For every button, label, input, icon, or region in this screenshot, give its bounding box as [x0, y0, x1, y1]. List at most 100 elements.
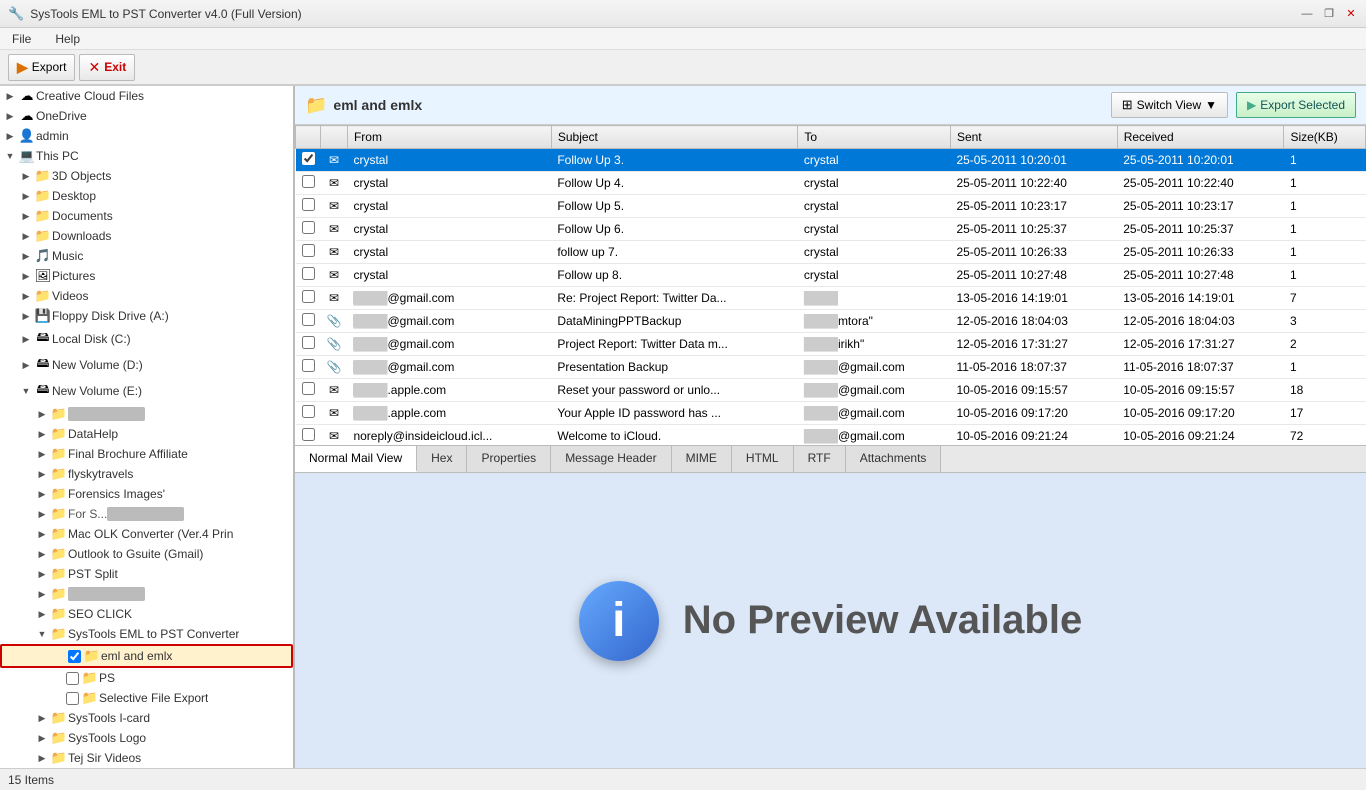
row-checkbox[interactable] [302, 313, 315, 326]
tab-attachments[interactable]: Attachments [846, 446, 942, 472]
sidebar-item[interactable]: ▶📁Forensics Images' [0, 484, 293, 504]
sidebar-item[interactable]: ▶📁flyskytravels [0, 464, 293, 484]
tree-expander[interactable]: ▶ [34, 429, 50, 440]
table-row[interactable]: ✉crystalFollow Up 6.crystal25-05-2011 10… [296, 218, 1366, 241]
row-checkbox[interactable] [302, 290, 315, 303]
tree-expander[interactable]: ▶ [2, 111, 18, 122]
row-checkbox[interactable] [302, 198, 315, 211]
maximize-button[interactable]: ❐ [1322, 7, 1336, 21]
col-sent[interactable]: Sent [950, 126, 1117, 149]
tree-expander[interactable]: ▶ [34, 733, 50, 744]
tree-expander[interactable]: ▶ [18, 291, 34, 302]
tree-expander[interactable]: ▶ [2, 131, 18, 142]
tree-expander[interactable]: ▶ [18, 251, 34, 262]
table-row[interactable]: 📎████@gmail.comDataMiningPPTBackup████mt… [296, 310, 1366, 333]
sidebar-item[interactable]: ▶📁Outlook to Gsuite (Gmail) [0, 544, 293, 564]
table-row[interactable]: ✉crystalFollow up 8.crystal25-05-2011 10… [296, 264, 1366, 287]
sidebar-item[interactable]: ▶☁OneDrive [0, 106, 293, 126]
table-row[interactable]: 📎████@gmail.comProject Report: Twitter D… [296, 333, 1366, 356]
tree-expander[interactable]: ▶ [34, 469, 50, 480]
tree-checkbox[interactable] [68, 650, 81, 663]
close-button[interactable]: ✕ [1344, 7, 1358, 21]
tree-expander[interactable]: ▶ [34, 509, 50, 520]
tree-expander[interactable]: ▶ [18, 334, 34, 345]
tree-checkbox[interactable] [66, 672, 79, 685]
sidebar-item[interactable]: ▶🎵Music [0, 246, 293, 266]
col-to[interactable]: To [798, 126, 951, 149]
tree-expander[interactable]: ▶ [34, 569, 50, 580]
sidebar-item[interactable]: 📁Selective File Export [0, 688, 293, 708]
tree-expander[interactable]: ▶ [34, 409, 50, 420]
col-subject[interactable]: Subject [551, 126, 798, 149]
sidebar-item[interactable]: ▶🖴New Volume (D:) [0, 352, 293, 378]
sidebar-item[interactable]: ▶🖴Local Disk (C:) [0, 326, 293, 352]
menu-file[interactable]: File [8, 30, 35, 48]
tab-html[interactable]: HTML [732, 446, 794, 472]
tree-expander[interactable]: ▼ [18, 386, 34, 396]
row-checkbox[interactable] [302, 359, 315, 372]
tree-expander[interactable]: ▶ [18, 171, 34, 182]
exit-button[interactable]: ✕ Exit [79, 54, 135, 81]
row-checkbox[interactable] [302, 382, 315, 395]
tree-expander[interactable]: ▶ [2, 91, 18, 102]
sidebar-item[interactable]: ▶📁SysTools Logo [0, 728, 293, 748]
tree-expander[interactable]: ▼ [2, 151, 18, 161]
row-checkbox[interactable] [302, 336, 315, 349]
col-size[interactable]: Size(KB) [1284, 126, 1366, 149]
row-checkbox[interactable] [302, 152, 315, 165]
tree-expander[interactable]: ▶ [18, 211, 34, 222]
sidebar-item[interactable]: ▶📁Documents [0, 206, 293, 226]
sidebar-item[interactable]: ▶📁3D Objects [0, 166, 293, 186]
tab-mime[interactable]: MIME [672, 446, 732, 472]
table-row[interactable]: ✉crystalFollow Up 4.crystal25-05-2011 10… [296, 172, 1366, 195]
sidebar-item[interactable]: ▼🖴New Volume (E:) [0, 378, 293, 404]
tree-expander[interactable]: ▶ [34, 529, 50, 540]
tab-properties[interactable]: Properties [467, 446, 551, 472]
sidebar-item[interactable]: ▶📁SysTools I-card [0, 708, 293, 728]
sidebar-item[interactable]: ▶🖼Pictures [0, 266, 293, 286]
tree-expander[interactable]: ▶ [18, 311, 34, 322]
tree-expander[interactable]: ▶ [34, 589, 50, 600]
switch-view-button[interactable]: ⊞ Switch View ▼ [1111, 92, 1228, 118]
tab-normal-mail-view[interactable]: Normal Mail View [295, 446, 417, 472]
table-row[interactable]: ✉noreply@insideicloud.icl...Welcome to i… [296, 425, 1366, 446]
minimize-button[interactable]: — [1300, 7, 1314, 21]
tree-expander[interactable]: ▶ [18, 360, 34, 371]
tree-expander[interactable]: ▼ [34, 629, 50, 639]
sidebar-item[interactable]: ▶📁Videos [0, 286, 293, 306]
tree-expander[interactable]: ▶ [34, 753, 50, 764]
row-checkbox[interactable] [302, 175, 315, 188]
tab-hex[interactable]: Hex [417, 446, 467, 472]
row-checkbox[interactable] [302, 405, 315, 418]
table-row[interactable]: ✉crystalFollow Up 5.crystal25-05-2011 10… [296, 195, 1366, 218]
tree-expander[interactable]: ▶ [34, 609, 50, 620]
sidebar-item[interactable]: 📁PS [0, 668, 293, 688]
sidebar-item[interactable]: ▶📁Final Brochure Affiliate [0, 444, 293, 464]
tree-expander[interactable]: ▶ [18, 231, 34, 242]
tree-expander[interactable]: ▶ [34, 549, 50, 560]
sidebar-item[interactable]: ▶💾Floppy Disk Drive (A:) [0, 306, 293, 326]
tree-expander[interactable]: ▶ [34, 449, 50, 460]
table-row[interactable]: ✉crystalFollow Up 3.crystal25-05-2011 10… [296, 149, 1366, 172]
tree-checkbox[interactable] [66, 692, 79, 705]
table-row[interactable]: ✉crystalfollow up 7.crystal25-05-2011 10… [296, 241, 1366, 264]
export-button[interactable]: ▶ Export [8, 54, 75, 81]
table-row[interactable]: ✉████.apple.comYour Apple ID password ha… [296, 402, 1366, 425]
tree-expander[interactable]: ▶ [34, 713, 50, 724]
row-checkbox[interactable] [302, 221, 315, 234]
table-row[interactable]: ✉████.apple.comReset your password or un… [296, 379, 1366, 402]
table-row[interactable]: 📎████@gmail.comPresentation Backup████@g… [296, 356, 1366, 379]
sidebar-item[interactable]: ▶📁█████████ [0, 584, 293, 604]
sidebar-item[interactable]: ▶📁 For S...█████████ [0, 504, 293, 524]
row-checkbox[interactable] [302, 428, 315, 441]
export-selected-button[interactable]: ▶ Export Selected [1236, 92, 1356, 118]
tree-expander[interactable]: ▶ [18, 191, 34, 202]
row-checkbox[interactable] [302, 267, 315, 280]
col-received[interactable]: Received [1117, 126, 1284, 149]
tab-message-header[interactable]: Message Header [551, 446, 671, 472]
tree-expander[interactable]: ▶ [18, 271, 34, 282]
tab-rtf[interactable]: RTF [794, 446, 846, 472]
sidebar-item[interactable]: ▶📁SEO CLICK [0, 604, 293, 624]
sidebar-item[interactable]: ▶📁PST Split [0, 564, 293, 584]
sidebar-item[interactable]: ▶☁Creative Cloud Files [0, 86, 293, 106]
